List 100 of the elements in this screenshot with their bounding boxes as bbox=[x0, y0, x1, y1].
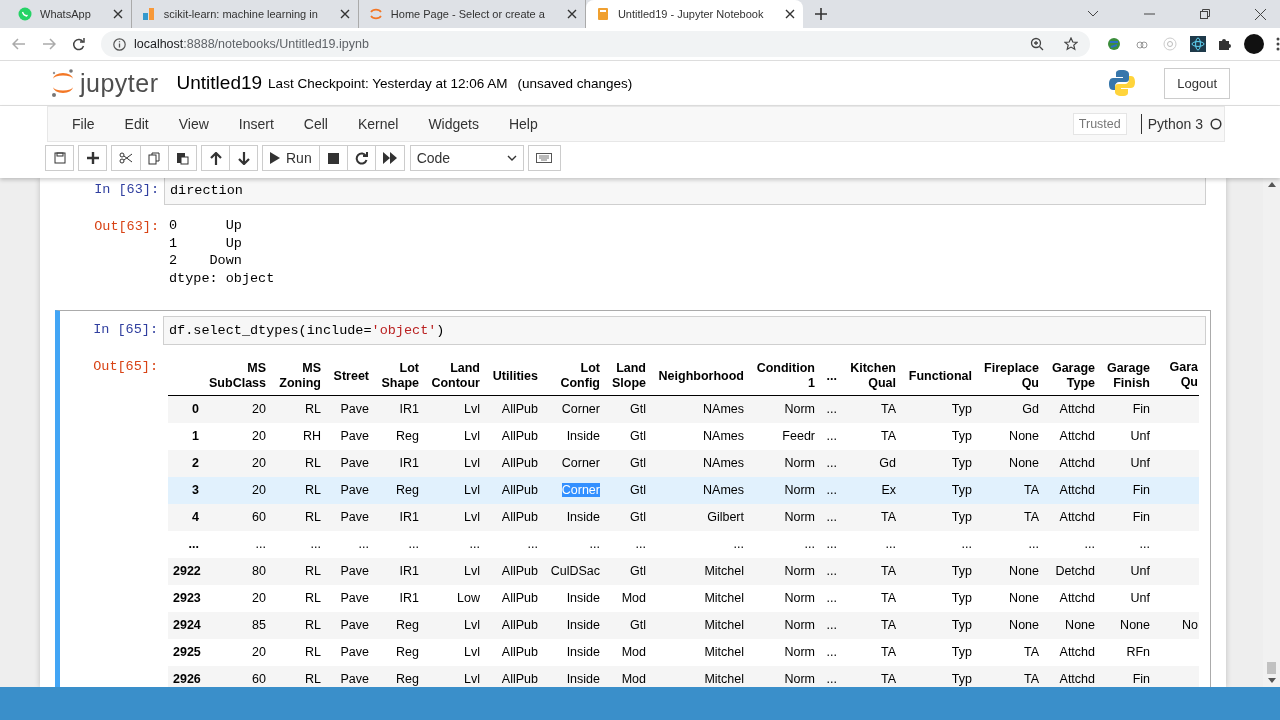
chevron-down-icon[interactable] bbox=[1087, 10, 1099, 18]
avatar-icon[interactable] bbox=[1244, 34, 1264, 54]
jupyter-wordmark[interactable]: jupyter bbox=[80, 68, 159, 98]
table-cell: Pave bbox=[340, 591, 369, 605]
close-icon[interactable] bbox=[339, 9, 350, 19]
browser-tab[interactable]: Untitled19 - Jupyter Notebook bbox=[585, 0, 804, 28]
table-cell: Corner bbox=[561, 456, 600, 470]
table-cell: ... bbox=[1139, 537, 1150, 551]
run-button[interactable]: Run bbox=[262, 145, 320, 171]
reload-icon[interactable] bbox=[71, 37, 85, 51]
scroll-up-icon[interactable] bbox=[1267, 182, 1276, 187]
scrollbar-thumb[interactable] bbox=[1267, 662, 1276, 674]
menu-item[interactable]: Kernel bbox=[349, 116, 407, 132]
table-cell: 20 bbox=[252, 429, 266, 443]
fast-forward-button[interactable] bbox=[374, 145, 405, 171]
keyboard-button[interactable] bbox=[527, 145, 561, 171]
menu-item[interactable]: Widgets bbox=[420, 116, 487, 132]
table-cell: TA bbox=[880, 618, 896, 632]
table-cell: TA bbox=[1023, 483, 1039, 497]
trusted-badge[interactable]: Trusted bbox=[1072, 113, 1127, 135]
table-cell: Attchd bbox=[1059, 456, 1095, 470]
book-icon bbox=[595, 7, 610, 21]
save-button[interactable] bbox=[45, 145, 74, 171]
menu-item[interactable]: Help bbox=[500, 116, 546, 132]
scroll-down-icon[interactable] bbox=[1267, 678, 1276, 683]
menu-item[interactable]: File bbox=[64, 116, 103, 132]
move-up-button[interactable] bbox=[201, 145, 230, 171]
table-cell: No bbox=[1182, 618, 1198, 632]
column-header: Gara Qu bbox=[1168, 360, 1198, 390]
arrow-down-icon bbox=[237, 151, 250, 165]
restart-button[interactable] bbox=[346, 145, 376, 171]
table-cell: IR1 bbox=[399, 591, 419, 605]
table-cell: IR1 bbox=[399, 402, 419, 417]
table-cell: Inside bbox=[566, 429, 600, 443]
table-cell: AllPub bbox=[501, 645, 538, 659]
address-field[interactable]: localhost:8888/notebooks/Untitled19.ipynb bbox=[100, 31, 1090, 57]
table-cell: Unf bbox=[1130, 429, 1150, 443]
table-cell: AllPub bbox=[501, 564, 538, 578]
notebook-title[interactable]: Untitled19 bbox=[176, 72, 263, 94]
table-cell: ... bbox=[358, 537, 369, 551]
table-cell: Typ bbox=[951, 564, 972, 578]
zoom-icon[interactable] bbox=[1030, 37, 1044, 51]
menu-item[interactable]: Insert bbox=[230, 116, 282, 132]
table-cell: None bbox=[1065, 618, 1095, 632]
table-cell: ... bbox=[408, 537, 419, 551]
table-cell: AllPub bbox=[501, 618, 538, 632]
column-header: MS Zoning bbox=[278, 361, 321, 391]
table-cell: Lvl bbox=[464, 510, 480, 524]
close-icon[interactable] bbox=[1255, 8, 1266, 20]
atom-icon[interactable] bbox=[1190, 36, 1206, 52]
table-cell: Lvl bbox=[464, 564, 480, 578]
table-cell: None bbox=[1120, 618, 1150, 632]
table-cell: Typ bbox=[951, 429, 972, 443]
close-icon[interactable] bbox=[112, 9, 123, 19]
table-cell: TA bbox=[880, 429, 896, 443]
row-index: 2923 bbox=[173, 591, 201, 605]
table-cell: NAmes bbox=[703, 402, 744, 417]
table-cell: Gtl bbox=[630, 618, 646, 632]
table-cell: AllPub bbox=[501, 672, 538, 686]
menu-item[interactable]: View bbox=[170, 116, 217, 132]
table-cell: Fin bbox=[1132, 483, 1150, 497]
info-icon bbox=[112, 37, 126, 51]
scissors-icon bbox=[119, 152, 133, 164]
table-cell: Pave bbox=[340, 429, 369, 443]
menu-item[interactable]: Cell bbox=[295, 116, 336, 132]
close-icon[interactable] bbox=[566, 9, 577, 19]
menu-item[interactable]: Edit bbox=[116, 116, 157, 132]
move-down-button[interactable] bbox=[229, 145, 258, 171]
globe-icon[interactable] bbox=[1106, 36, 1122, 52]
puzzle-icon[interactable] bbox=[1218, 37, 1232, 51]
cut-button[interactable] bbox=[111, 145, 141, 171]
code-cell[interactable]: In [63]: direction Out[63]: 0 Up 1 Up 2 Down dtype: object bbox=[55, 178, 1211, 298]
table-cell: IR1 bbox=[399, 456, 419, 470]
column-header: Lot Config bbox=[559, 361, 600, 391]
jupyter-logo-icon[interactable] bbox=[50, 68, 76, 98]
kernel-name[interactable]: Python 3 bbox=[1147, 116, 1203, 132]
table-cell: ... bbox=[826, 591, 837, 605]
close-icon[interactable] bbox=[785, 9, 796, 19]
table-cell: TA bbox=[1023, 645, 1039, 659]
maximize-icon[interactable] bbox=[1200, 9, 1210, 19]
stop-button[interactable] bbox=[318, 145, 348, 171]
row-index: ... bbox=[188, 537, 199, 551]
column-header: ... bbox=[826, 368, 837, 384]
table-cell: ... bbox=[826, 645, 837, 659]
code-input[interactable]: df.select_dtypes(include='object') bbox=[163, 316, 1206, 345]
table-cell: Typ bbox=[951, 591, 972, 605]
table-cell: ... bbox=[826, 618, 837, 632]
table-cell: TA bbox=[880, 591, 896, 605]
table-cell: AllPub bbox=[501, 510, 538, 524]
logout-button[interactable]: Logout bbox=[1164, 67, 1230, 99]
new-tab-icon[interactable] bbox=[815, 8, 828, 20]
table-cell: Pave bbox=[340, 564, 369, 578]
code-input[interactable]: direction bbox=[164, 178, 1206, 205]
paste-button[interactable] bbox=[168, 145, 197, 171]
menu-icon[interactable] bbox=[1276, 37, 1280, 51]
output-line: dtype: object bbox=[169, 269, 275, 287]
cell-type-dropdown[interactable]: Code bbox=[409, 145, 524, 171]
star-icon[interactable] bbox=[1064, 37, 1078, 51]
add-cell-button[interactable] bbox=[78, 145, 107, 171]
fast-forward-icon bbox=[382, 152, 397, 164]
